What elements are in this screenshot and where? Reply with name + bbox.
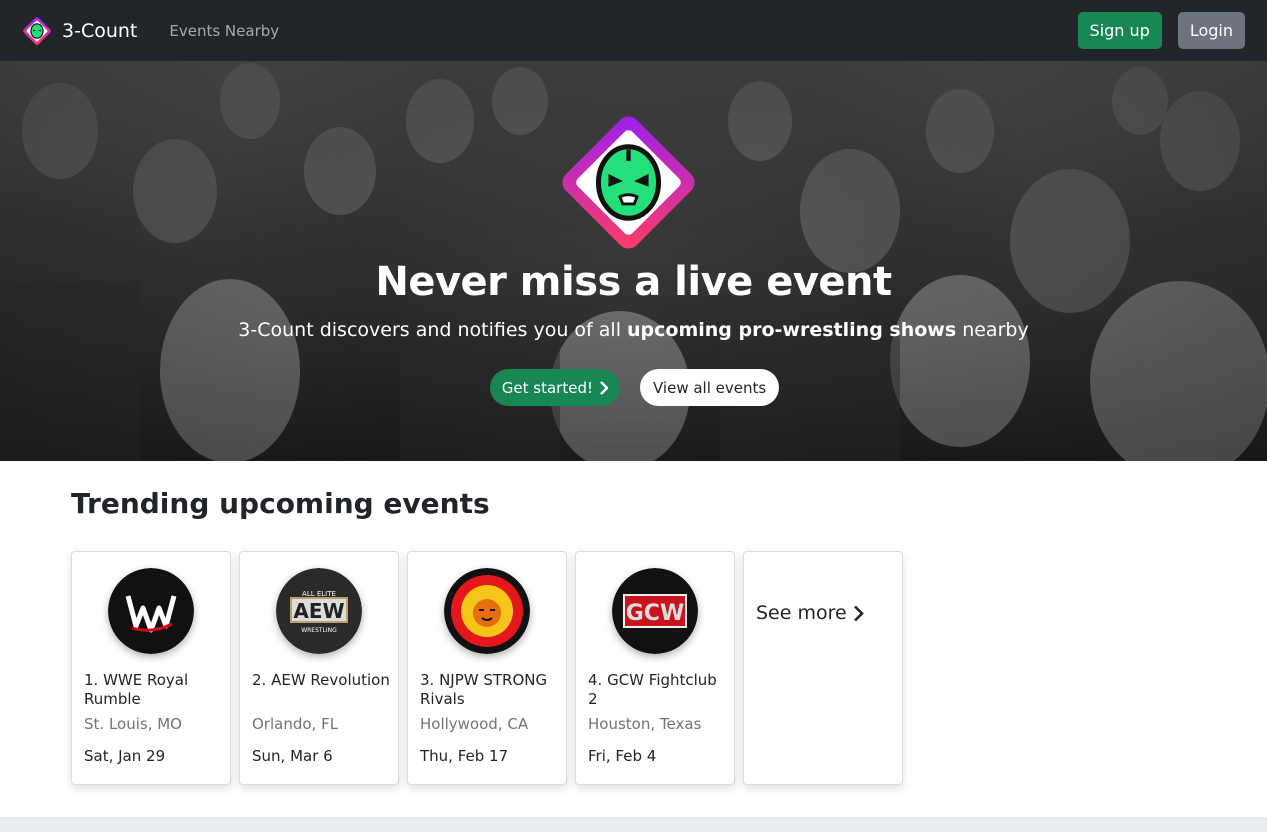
gcw-text: GCW [626, 601, 684, 626]
event-cards: 1. WWE Royal Rumble St. Louis, MO Sat, J… [71, 551, 903, 785]
brand-link[interactable]: 3-Count [22, 16, 137, 46]
luchador-mask-icon [23, 16, 51, 45]
event-location: Orlando, FL [252, 715, 339, 733]
event-date: Thu, Feb 17 [420, 747, 509, 765]
event-location: St. Louis, MO [84, 715, 182, 733]
navbar: 3-Count Events Nearby Sign up Login [0, 0, 1267, 61]
see-more-card[interactable]: See more [743, 551, 903, 785]
wwe-logo-icon [108, 568, 194, 654]
hero-subtitle-bold: upcoming pro-wrestling shows [627, 319, 957, 341]
luchador-mask-icon [562, 116, 695, 249]
aew-logo-icon: ALL ELITE AEW WRESTLING [276, 568, 362, 654]
get-started-label: Get started! [501, 378, 593, 397]
view-all-events-button[interactable]: View all events [640, 369, 780, 406]
event-card-aew[interactable]: ALL ELITE AEW WRESTLING 2. AEW Revolutio… [239, 551, 399, 785]
hero-subtitle: 3-Count discovers and notifies you of al… [0, 319, 1267, 341]
event-card-gcw[interactable]: GCW 4. GCW Fightclub 2 Houston, Texas Fr… [575, 551, 735, 785]
nav-events-nearby[interactable]: Events Nearby [169, 22, 279, 40]
event-name: 1. WWE Royal Rumble [84, 671, 189, 708]
trending-section: Trending upcoming events 1. WWE Royal Ru… [0, 461, 1267, 817]
aew-top-text: ALL ELITE [302, 590, 336, 598]
njpw-logo-icon [444, 568, 530, 654]
aew-bottom-text: WRESTLING [301, 627, 337, 634]
chevron-right-icon [853, 605, 864, 621]
gcw-logo-icon: GCW [612, 568, 698, 654]
see-more-label: See more [756, 602, 847, 624]
see-more-link[interactable]: See more [756, 602, 864, 624]
hero-actions: Get started! View all events [0, 369, 1267, 406]
event-name: 3. NJPW STRONG Rivals [420, 671, 548, 708]
hero-subtitle-pre: 3-Count discovers and notifies you of al… [238, 319, 628, 341]
event-card-wwe[interactable]: 1. WWE Royal Rumble St. Louis, MO Sat, J… [71, 551, 231, 785]
event-date: Fri, Feb 4 [588, 747, 657, 765]
nav-actions: Sign up Login [1077, 12, 1245, 49]
event-card-njpw[interactable]: 3. NJPW STRONG Rivals Hollywood, CA Thu,… [407, 551, 567, 785]
chevron-right-icon [600, 380, 608, 395]
trending-title: Trending upcoming events [71, 487, 490, 520]
hero-subtitle-post: nearby [956, 319, 1029, 341]
hero-banner: Never miss a live event 3-Count discover… [0, 61, 1267, 461]
login-button[interactable]: Login [1177, 12, 1245, 49]
event-name: 2. AEW Revolution [252, 671, 390, 689]
event-name: 4. GCW Fightclub 2 [588, 671, 717, 708]
get-started-button[interactable]: Get started! [489, 369, 620, 406]
event-date: Sun, Mar 6 [252, 747, 333, 765]
event-location: Hollywood, CA [420, 715, 529, 733]
event-location: Houston, Texas [588, 715, 702, 733]
brand-name: 3-Count [62, 19, 138, 42]
page-footer-strip [0, 817, 1267, 832]
hero-title: Never miss a live event [375, 259, 892, 305]
event-date: Sat, Jan 29 [84, 747, 166, 765]
signup-button[interactable]: Sign up [1077, 12, 1162, 49]
aew-main-text: AEW [293, 599, 344, 623]
